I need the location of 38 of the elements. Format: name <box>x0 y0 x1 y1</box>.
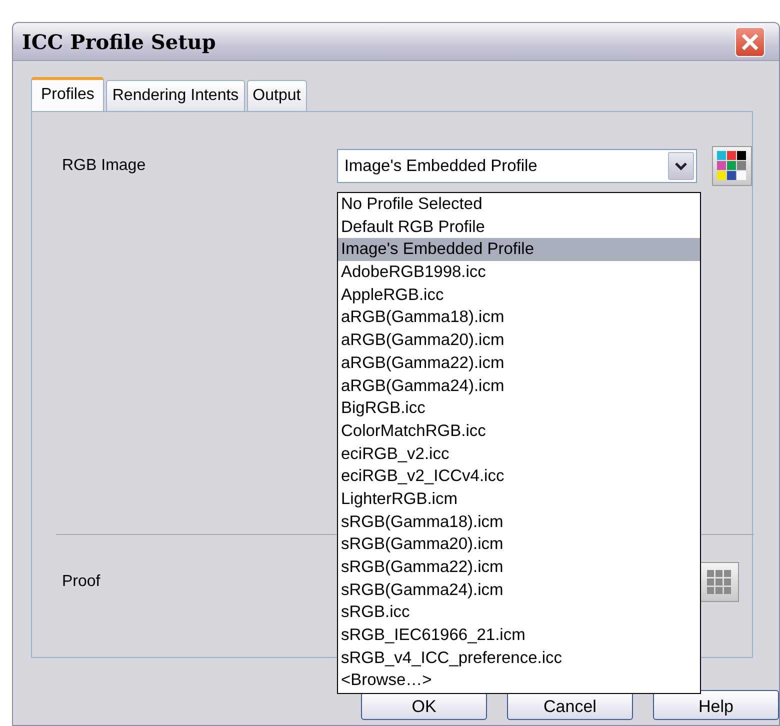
dropdown-option[interactable]: sRGB_IEC61966_21.icm <box>338 624 700 647</box>
tab[interactable]: Output <box>246 80 307 111</box>
grid-icon <box>706 569 732 595</box>
dropdown-option[interactable]: Default RGB Profile <box>338 216 700 238</box>
dropdown-option[interactable]: sRGB_v4_ICC_preference.icc <box>338 646 700 670</box>
dropdown-option[interactable]: aRGB(Gamma20).icm <box>338 329 700 352</box>
field-label: RGB Image <box>62 156 147 176</box>
dropdown-option[interactable]: aRGB(Gamma22).icm <box>338 352 700 374</box>
dropdown-option[interactable]: ColorMatchRGB.icc <box>338 420 700 443</box>
dropdown-option[interactable]: sRGB.icc <box>338 601 700 624</box>
dropdown-button[interactable] <box>668 152 694 180</box>
tab[interactable]: Profiles <box>31 77 104 112</box>
dropdown-option[interactable]: sRGB(Gamma24).icm <box>338 578 700 602</box>
dropdown-option[interactable]: sRGB(Gamma18).icm <box>338 510 700 534</box>
close-icon <box>740 32 760 52</box>
dropdown-option[interactable]: sRGB(Gamma20).icm <box>338 533 700 556</box>
dropdown-option[interactable]: No Profile Selected <box>338 193 700 216</box>
chevron-down-icon <box>675 162 688 170</box>
dropdown-option[interactable]: aRGB(Gamma18).icm <box>338 306 700 330</box>
dropdown-option[interactable]: AdobeRGB1998.icc <box>338 261 700 284</box>
field-label: Proof <box>62 572 100 592</box>
profile-dropdown[interactable]: Image's Embedded Profile <box>337 149 698 183</box>
dropdown-option[interactable]: eciRGB_v2.icc <box>338 442 700 466</box>
dropdown-option[interactable]: Image's Embedded Profile <box>338 238 700 262</box>
tab[interactable]: Rendering Intents <box>106 80 245 111</box>
dropdown-option[interactable]: eciRGB_v2_ICCv4.icc <box>338 465 700 488</box>
dropdown-option[interactable]: aRGB(Gamma24).icm <box>338 374 700 398</box>
grid-button[interactable] <box>699 562 739 602</box>
close-button[interactable] <box>735 26 765 56</box>
window-title: ICC Profile Setup <box>22 28 216 56</box>
dropdown-option[interactable]: <Browse…> <box>338 669 700 692</box>
dropdown-option[interactable]: BigRGB.icc <box>338 397 700 420</box>
dropdown-option[interactable]: LighterRGB.icm <box>338 488 700 511</box>
dropdown-option[interactable]: AppleRGB.icc <box>338 284 700 306</box>
color-swatch-button[interactable] <box>712 146 752 186</box>
dropdown-option[interactable]: sRGB(Gamma22).icm <box>338 556 700 579</box>
dialog-button[interactable]: Help <box>653 690 779 720</box>
dropdown-value: Image's Embedded Profile <box>344 156 538 177</box>
